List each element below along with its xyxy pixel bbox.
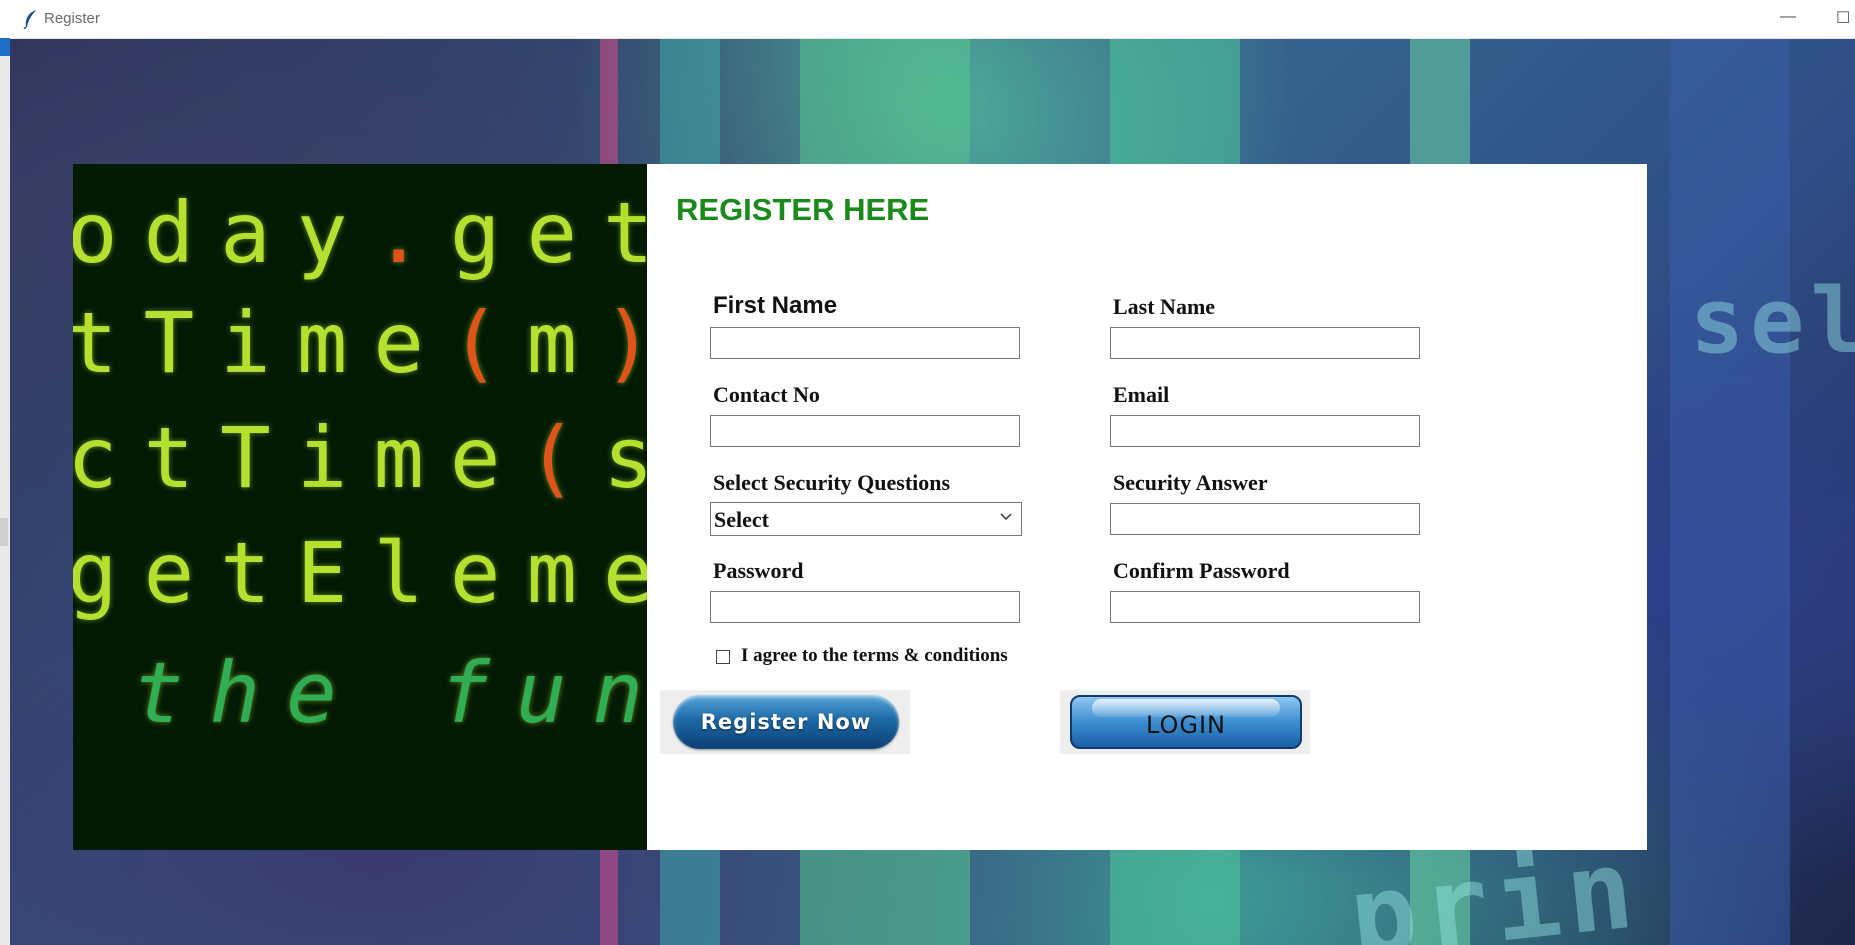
page-title: REGISTER HERE — [676, 192, 930, 227]
code-line: oday.getSe — [73, 184, 647, 282]
security-question-select[interactable]: Select — [710, 502, 1022, 536]
code-line: the func — [133, 644, 643, 742]
confirm-password-label: Confirm Password — [1113, 558, 1290, 583]
last-name-field[interactable] — [1110, 327, 1420, 359]
terms-checkbox-label: I agree to the terms & conditions — [741, 645, 1008, 666]
maximize-button[interactable]: ☐ — [1836, 8, 1850, 28]
password-field[interactable] — [710, 591, 1020, 623]
title-bar: Register — ☐ — [0, 0, 1855, 39]
register-form-panel: REGISTER HERE First Name Last Name Conta… — [647, 164, 1647, 850]
email-label: Email — [1113, 382, 1170, 407]
security-answer-field[interactable] — [1110, 503, 1420, 535]
security-question-label: Select Security Questions — [713, 470, 951, 495]
login-button-frame: LOGIN — [1060, 690, 1310, 754]
register-button-frame: Register Now — [660, 690, 910, 754]
code-line: getElement — [73, 524, 647, 622]
login-button-label: LOGIN — [1145, 711, 1227, 739]
contact-field[interactable] — [710, 415, 1020, 447]
last-name-label: Last Name — [1113, 294, 1216, 319]
security-question-value: Select — [714, 507, 769, 532]
window-title: Register — [44, 10, 100, 27]
security-answer-label: Security Answer — [1113, 470, 1268, 495]
feather-icon — [23, 10, 36, 29]
register-now-button[interactable]: Register Now — [673, 695, 899, 749]
first-name-label: First Name — [713, 292, 838, 319]
contact-label: Contact No — [713, 382, 820, 407]
code-line: ctTime(s); — [73, 409, 647, 507]
minimize-button[interactable]: — — [1780, 8, 1796, 26]
chevron-down-icon — [1000, 513, 1012, 521]
left-edge-strip — [0, 38, 10, 945]
first-name-field[interactable] — [710, 327, 1020, 359]
email-field[interactable] — [1110, 415, 1420, 447]
terms-checkbox[interactable] — [716, 650, 730, 664]
confirm-password-field[interactable] — [1110, 591, 1420, 623]
password-label: Password — [713, 558, 804, 583]
code-line: tTime(m); — [73, 294, 647, 392]
login-button[interactable]: LOGIN — [1070, 695, 1302, 749]
code-image-panel: oday.getSe tTime(m); ctTime(s); getEleme… — [73, 164, 647, 850]
